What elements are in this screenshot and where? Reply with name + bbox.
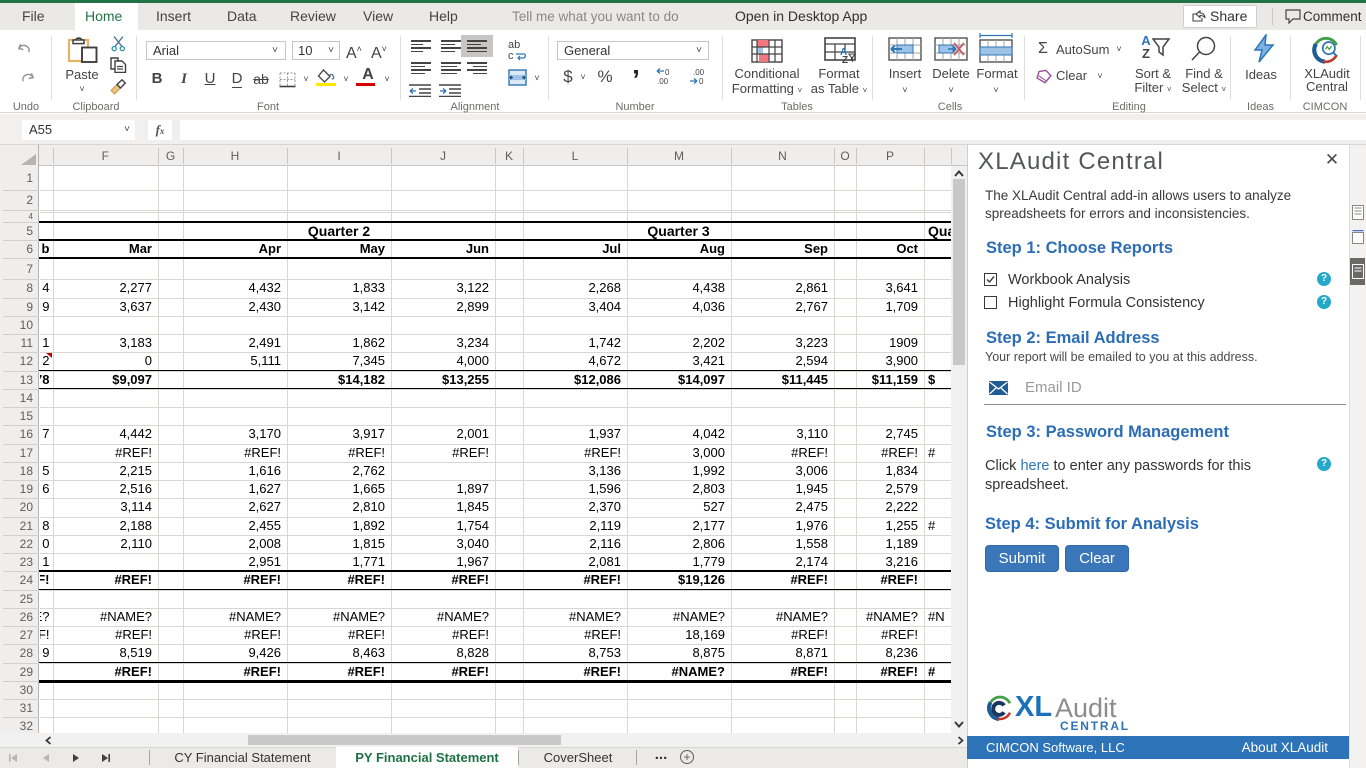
svg-text:c: c	[508, 50, 514, 61]
svg-text:0: 0	[699, 77, 704, 85]
svg-text:.00: .00	[657, 77, 669, 85]
svg-text:0: 0	[665, 68, 670, 77]
svg-text:.00: .00	[693, 68, 705, 77]
svg-text:Z: Z	[842, 55, 848, 63]
